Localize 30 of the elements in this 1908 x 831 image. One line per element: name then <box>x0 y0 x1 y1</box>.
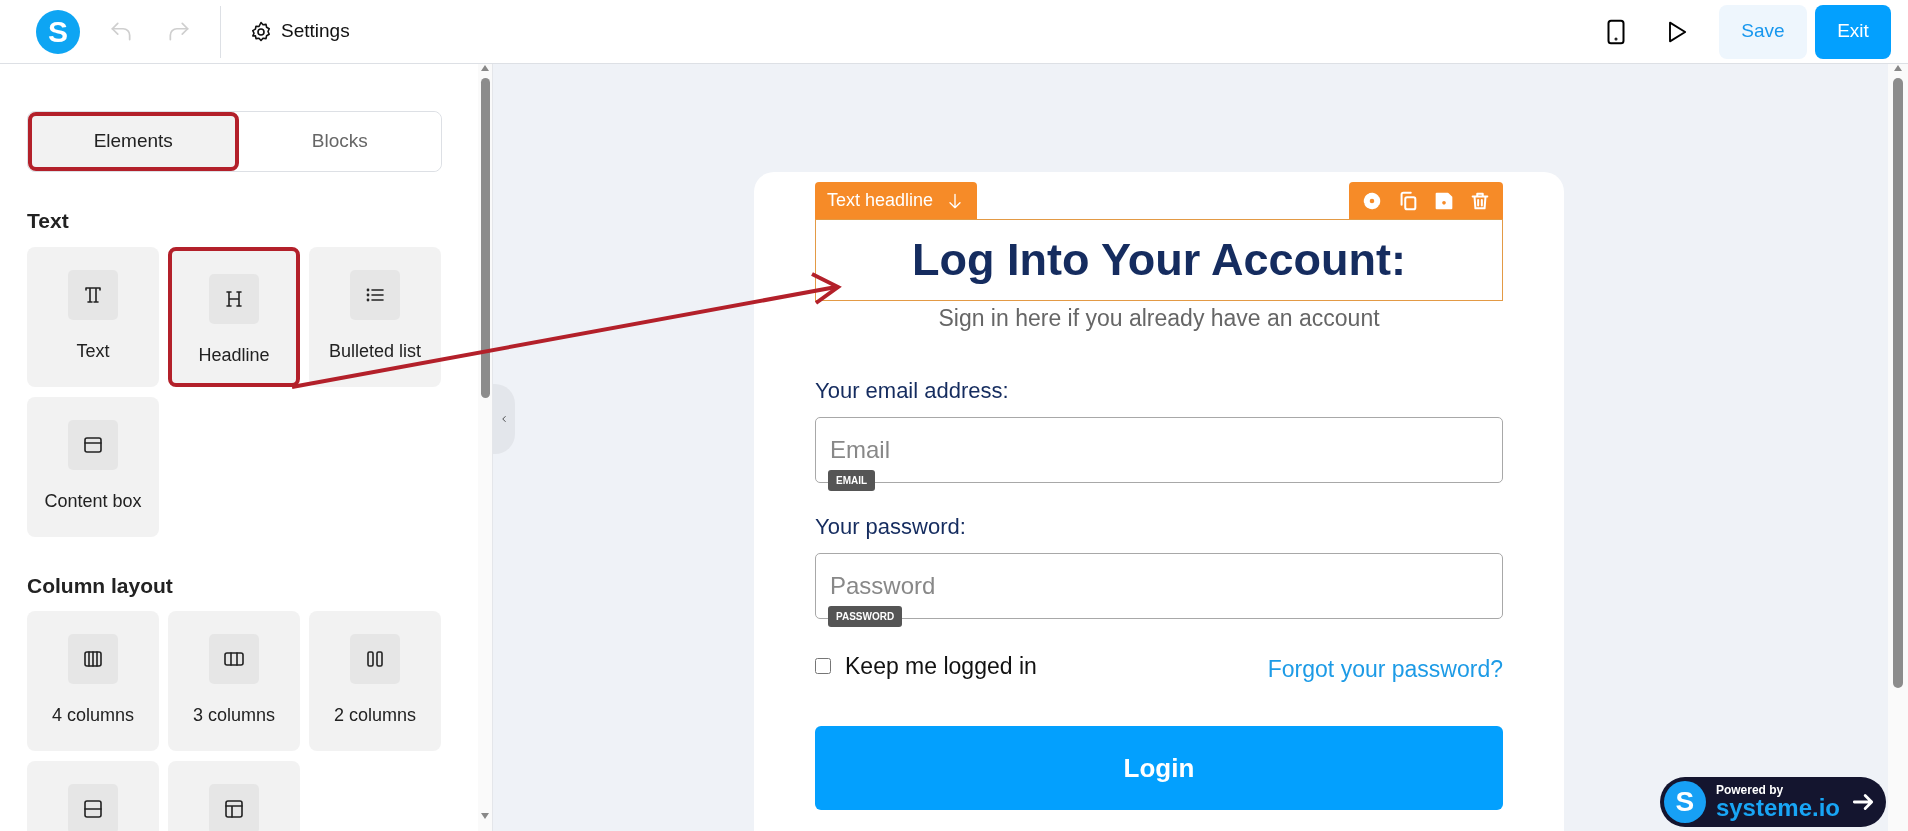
element-tile[interactable]: 4 columns <box>27 611 159 751</box>
section-title: Column layout <box>27 572 174 599</box>
scrollbar[interactable] <box>1888 64 1908 831</box>
element-tile[interactable]: Content box <box>27 396 159 537</box>
element-tile[interactable]: 2 columns <box>309 611 441 751</box>
checkbox-label: Keep me logged in <box>845 651 1037 681</box>
settings-button[interactable]: Settings <box>243 16 356 47</box>
headline: Log Into Your Account: <box>911 233 1407 287</box>
scroll-up-icon[interactable] <box>480 64 490 72</box>
element-tile[interactable]: Text <box>27 246 159 387</box>
field-tag: EMAIL <box>828 469 876 491</box>
element-tile[interactable]: Headline <box>168 246 300 387</box>
badge-caption: Powered by <box>1715 784 1785 796</box>
scrollbar[interactable] <box>478 64 492 831</box>
field-label: Your email address: <box>815 376 1010 405</box>
tab[interactable]: Elements <box>28 112 239 171</box>
field-tag: PASSWORD <box>828 605 903 627</box>
element-tile[interactable]: 3 columns <box>168 611 300 751</box>
subtitle: Sign in here if you already have an account <box>937 304 1381 333</box>
checkbox[interactable] <box>815 657 831 674</box>
layout-icon <box>222 797 246 821</box>
field-label: Your password: <box>815 512 967 541</box>
badge-brand: systeme.io <box>1715 796 1840 820</box>
badge-logo: S <box>1663 781 1706 823</box>
settings-icon <box>249 19 273 44</box>
section-title: Text <box>27 208 70 234</box>
scroll-up-icon[interactable] <box>1893 64 1903 72</box>
element-tile[interactable]: Bulleted list <box>309 246 441 387</box>
rows-icon <box>81 797 105 821</box>
scroll-down-icon[interactable] <box>480 811 490 820</box>
